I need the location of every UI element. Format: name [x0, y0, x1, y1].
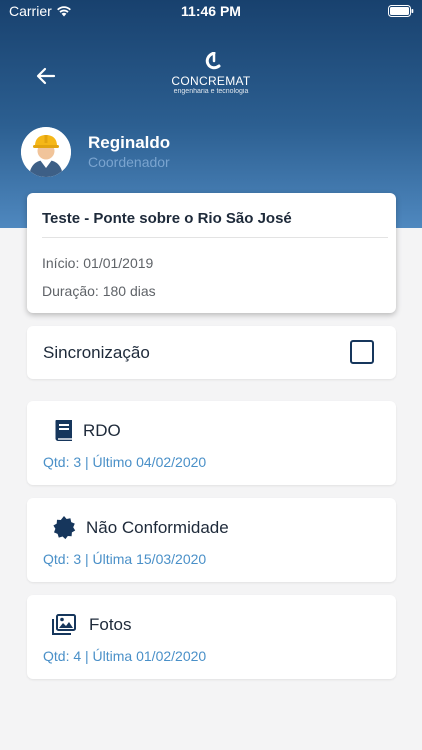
module-card-rdo[interactable]: RDO Qtd: 3 | Último 04/02/2020 [27, 401, 396, 485]
module-title-fotos: Fotos [89, 615, 132, 634]
user-role: Coordenador [88, 154, 170, 170]
project-title: Teste - Ponte sobre o Rio São José [42, 210, 292, 227]
user-name: Reginaldo [88, 133, 171, 152]
module-info-rdo: Qtd: 3 | Último 04/02/2020 [43, 454, 207, 470]
module-card-fotos[interactable]: Fotos Qtd: 4 | Última 01/02/2020 [27, 595, 396, 679]
logo-name: CONCREMAT [171, 74, 251, 88]
module-card-nao-conformidade[interactable]: Não Conformidade Qtd: 3 | Última 15/03/2… [27, 498, 396, 582]
module-info-nao-conformidade: Qtd: 3 | Última 15/03/2020 [43, 551, 207, 567]
module-title-nao-conformidade: Não Conformidade [86, 518, 229, 537]
project-duration: Duração: 180 dias [42, 283, 156, 299]
logo-mark-icon [205, 52, 221, 70]
book-icon [55, 420, 72, 441]
sync-card[interactable]: Sincronização [27, 326, 396, 379]
badge-icon [53, 516, 76, 540]
photos-icon [52, 614, 76, 635]
module-info-fotos: Qtd: 4 | Última 01/02/2020 [43, 648, 207, 664]
project-card[interactable]: Teste - Ponte sobre o Rio São José Iníci… [27, 193, 396, 313]
company-logo: CONCREMAT engenharia e tecnologia [166, 52, 256, 98]
project-start-date: Início: 01/01/2019 [42, 255, 154, 271]
arrow-left-icon [36, 67, 56, 85]
worker-avatar-icon [21, 127, 71, 177]
back-button[interactable] [34, 64, 58, 88]
logo-tagline: engenharia e tecnologia [173, 88, 249, 95]
module-title-rdo: RDO [83, 421, 121, 440]
battery-icon [388, 4, 414, 20]
sync-label: Sincronização [43, 343, 150, 362]
project-divider [42, 237, 388, 238]
sync-checkbox[interactable] [350, 340, 374, 364]
status-time: 11:46 PM [181, 3, 241, 19]
status-bar: Carrier 11:46 PM [0, 0, 422, 22]
user-avatar [21, 127, 71, 177]
